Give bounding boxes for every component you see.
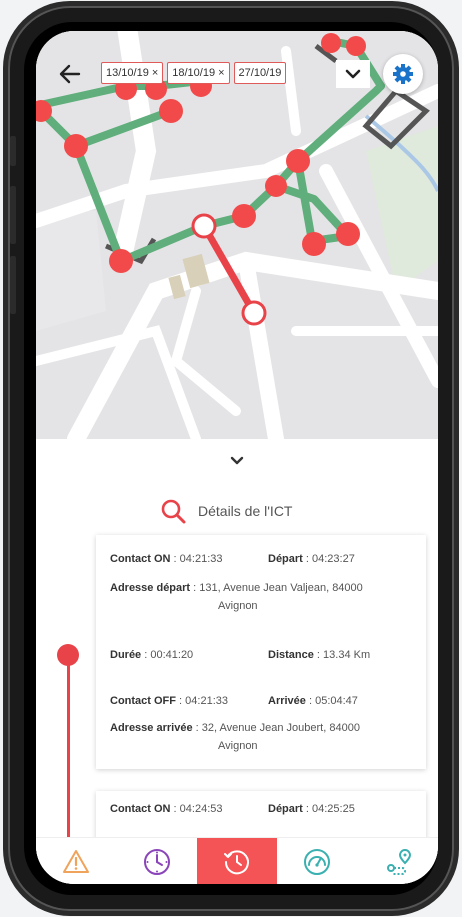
close-icon[interactable]: × [152,67,158,79]
gear-icon [393,64,413,84]
clock-icon [143,848,170,875]
details-panel: Détails de l'ICT Contact ON : 04:21:33 D… [36,439,438,884]
close-icon[interactable]: × [218,67,224,79]
contact-on-label: Contact ON [110,553,171,565]
map-top-bar: 13/10/19 × 18/10/19 × 27/10/19 [36,53,438,93]
route-icon [386,848,411,875]
depart-value: 04:23:27 [312,553,355,565]
timeline-dot [57,644,79,666]
phone-side-button [10,136,16,166]
chevron-down-icon [345,69,361,79]
settings-button[interactable] [383,54,423,94]
distance-value: 13.34 Km [323,649,371,661]
adresse-depart-city: Avignon [218,600,258,612]
adresse-depart-value: 131, Avenue Jean Valjean, 84000 [199,582,363,594]
tab-history[interactable] [196,838,278,884]
adresse-depart-label: Adresse départ [110,582,191,594]
app-screen: 13/10/19 × 18/10/19 × 27/10/19 Détails d… [36,31,438,884]
depart-label: Départ [268,553,303,565]
duree-value: 00:41:20 [150,649,194,661]
date-chip-label: 13/10/19 [106,67,149,79]
trip-card[interactable]: Contact ON : 04:21:33 Départ : 04:23:27 … [96,535,426,769]
tab-alerts[interactable] [36,838,116,884]
depart-row: Départ : 04:25:25 [268,803,355,815]
depart-row: Départ : 04:23:27 [268,553,355,565]
history-icon [224,849,249,874]
contact-off-label: Contact OFF [110,695,176,707]
date-chip-label: 18/10/19 [172,67,216,79]
contact-off-row: Contact OFF : 04:21:33 [110,695,228,707]
arrivee-label: Arrivée [268,695,306,707]
trip-map[interactable]: 13/10/19 × 18/10/19 × 27/10/19 [36,31,438,439]
depart-value: 04:25:25 [312,803,355,815]
adresse-depart-row: Adresse départ : 131, Avenue Jean Valjea… [110,579,420,615]
date-filter-chips: 13/10/19 × 18/10/19 × 27/10/19 [101,62,371,86]
tab-routes[interactable] [358,838,438,884]
date-chip-label: 27/10/19 [238,67,282,79]
speedometer-icon [304,848,331,875]
date-chip[interactable]: 27/10/19 [233,62,287,84]
distance-label: Distance [268,649,314,661]
duree-label: Durée [110,649,142,661]
date-dropdown-button[interactable] [336,60,370,88]
tab-speed[interactable] [277,838,357,884]
phone-side-button [10,256,16,314]
collapse-panel-button[interactable] [224,451,250,471]
details-title: Détails de l'ICT [198,503,293,519]
duree-row: Durée : 00:41:20 [110,649,194,661]
chevron-down-icon [230,456,244,465]
arrivee-value: 05:04:47 [315,695,358,707]
search-icon [161,499,186,524]
warning-icon [63,849,90,873]
depart-label: Départ [268,803,303,815]
tab-schedule[interactable] [116,838,196,884]
contact-on-value: 04:21:33 [179,553,223,565]
details-search[interactable]: Détails de l'ICT [160,491,292,531]
distance-row: Distance : 13.34 Km [268,649,371,661]
contact-on-label: Contact ON [110,803,171,815]
contact-on-row: Contact ON : 04:21:33 [110,553,223,565]
bottom-tab-bar [36,837,438,884]
contact-on-row: Contact ON : 04:24:53 [110,803,223,815]
adresse-arrivee-label: Adresse arrivée [110,722,193,734]
adresse-arrivee-row: Adresse arrivée : 32, Avenue Jean Jouber… [110,719,420,755]
phone-side-button [10,186,16,244]
contact-on-value: 04:24:53 [179,803,223,815]
arrivee-row: Arrivée : 05:04:47 [268,695,358,707]
date-chip[interactable]: 13/10/19 × [101,62,164,84]
adresse-arrivee-value: 32, Avenue Jean Joubert, 84000 [201,722,360,734]
date-chip[interactable]: 18/10/19 × [167,62,230,84]
contact-off-value: 04:21:33 [185,695,228,707]
adresse-arrivee-city: Avignon [218,740,258,752]
back-button[interactable] [53,57,87,91]
arrow-left-icon [59,64,81,84]
